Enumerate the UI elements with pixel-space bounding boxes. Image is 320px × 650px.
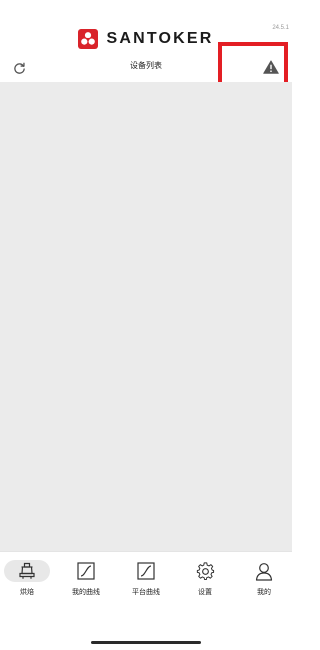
user-icon [241,560,287,582]
gear-icon [182,560,228,582]
brand-name: SANTOKER [106,30,214,47]
roaster-icon [4,560,50,582]
tab-roast[interactable]: 烘焙 [2,560,52,600]
tab-settings[interactable]: 设置 [180,560,230,600]
warning-button[interactable] [262,58,280,76]
tab-my-curves[interactable]: 我的曲线 [61,560,111,600]
bottom-tab-bar: 烘焙 我的曲线 平台曲线 设置 我的 [0,551,292,601]
curve-icon [123,560,169,582]
tab-label: 烘焙 [20,588,34,596]
tab-label: 设置 [198,588,212,596]
tab-label: 我的 [257,588,271,596]
tab-platform-curves[interactable]: 平台曲线 [121,560,171,600]
home-indicator[interactable] [91,641,201,644]
tab-label: 我的曲线 [72,588,100,596]
tab-label: 平台曲线 [132,588,160,596]
tab-me[interactable]: 我的 [239,560,289,600]
curve-icon [63,560,109,582]
santoker-logo-icon [78,29,99,49]
toolbar: 设备列表 [0,42,292,98]
device-list[interactable] [0,82,292,551]
warning-icon [263,60,279,74]
